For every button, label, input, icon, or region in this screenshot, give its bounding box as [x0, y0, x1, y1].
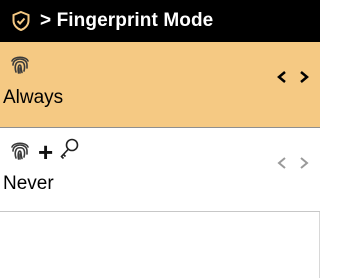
- chevron-left-icon[interactable]: [276, 70, 288, 84]
- fingerprint-icon: [8, 138, 32, 167]
- header-bar: > Fingerprint Mode: [0, 0, 320, 42]
- chevron-left-icon[interactable]: [276, 156, 288, 170]
- option-arrows[interactable]: [276, 156, 310, 170]
- chevron-right-icon[interactable]: [298, 70, 310, 84]
- page-title: > Fingerprint Mode: [40, 10, 214, 31]
- fingerprint-mode-screen: > Fingerprint Mode Always + Never: [0, 0, 320, 278]
- option-arrows[interactable]: [276, 70, 310, 84]
- option-label: Never: [3, 173, 54, 194]
- plus-icon: +: [38, 137, 54, 167]
- fingerprint-icon: [8, 52, 32, 81]
- shield-check-icon: [10, 10, 32, 32]
- option-never[interactable]: + Never: [0, 128, 320, 212]
- chevron-right-icon[interactable]: [298, 156, 310, 170]
- option-always[interactable]: Always: [0, 42, 320, 128]
- option-label: Always: [3, 87, 64, 108]
- key-icon: [57, 137, 81, 168]
